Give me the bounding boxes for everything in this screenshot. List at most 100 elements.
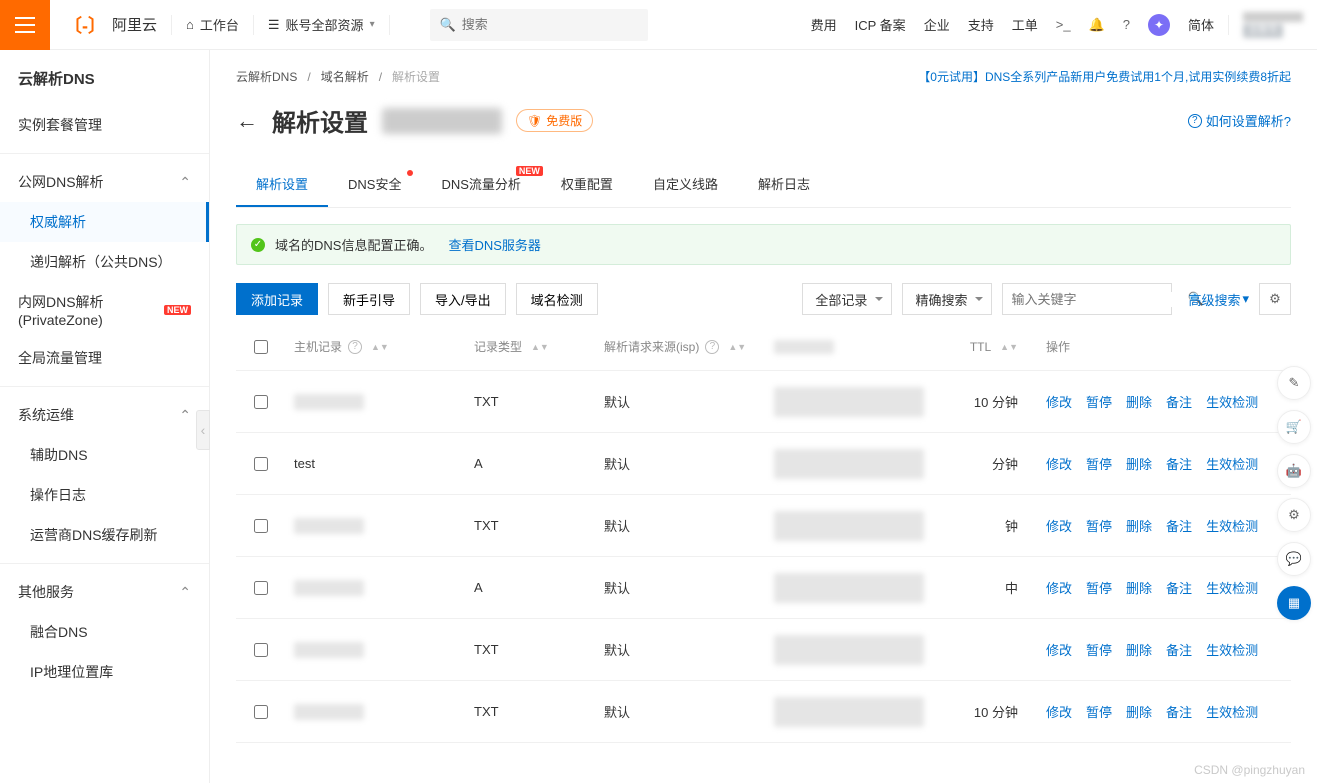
nav-support[interactable]: 支持 <box>968 15 994 34</box>
sidebar-item-instances[interactable]: 实例套餐管理 <box>0 105 209 145</box>
sort-icon[interactable]: ▲▼ <box>1000 344 1018 350</box>
import-export-button[interactable]: 导入/导出 <box>420 283 506 315</box>
tab-traffic[interactable]: DNS流量分析NEW <box>421 162 540 207</box>
app-launcher-icon[interactable]: ✦ <box>1148 14 1170 36</box>
tab-records[interactable]: 解析设置 <box>236 162 328 207</box>
bc-1[interactable]: 云解析DNS <box>236 68 297 85</box>
sidebar-item-secondary[interactable]: 辅助DNS <box>0 435 209 475</box>
nav-enterprise[interactable]: 企业 <box>924 15 950 34</box>
op-del[interactable]: 删除 <box>1126 516 1152 535</box>
op-edit[interactable]: 修改 <box>1046 640 1072 659</box>
sidebar-item-auth[interactable]: 权威解析 <box>0 202 209 242</box>
sidebar-item-private[interactable]: 内网DNS解析 (PrivateZone)NEW <box>0 282 209 338</box>
resource-scope[interactable]: ☰ 账号全部资源 ▾ <box>254 15 389 34</box>
apps-button[interactable]: ▦ <box>1277 586 1311 620</box>
banner-link[interactable]: 查看DNS服务器 <box>448 235 540 254</box>
tab-weight[interactable]: 权重配置 <box>541 162 633 207</box>
tab-lines[interactable]: 自定义线路 <box>633 162 738 207</box>
op-del[interactable]: 删除 <box>1126 454 1152 473</box>
add-record-button[interactable]: 添加记录 <box>236 283 318 315</box>
search-input[interactable] <box>462 17 638 32</box>
sidebar-item-recursive[interactable]: 递归解析（公共DNS） <box>0 242 209 282</box>
lang-switch[interactable]: 简体 <box>1188 15 1214 34</box>
robot-button[interactable]: 🤖 <box>1277 454 1311 488</box>
op-note[interactable]: 备注 <box>1166 702 1192 721</box>
row-checkbox[interactable] <box>254 705 268 719</box>
account-menu[interactable]: 主账号 <box>1229 12 1317 38</box>
tab-security[interactable]: DNS安全 <box>328 162 421 207</box>
op-note[interactable]: 备注 <box>1166 454 1192 473</box>
nav-fee[interactable]: 费用 <box>811 15 837 34</box>
sidebar-item-geoip[interactable]: IP地理位置库 <box>0 652 209 692</box>
op-check[interactable]: 生效检测 <box>1206 454 1258 473</box>
settings-button[interactable]: ⚙ <box>1259 283 1291 315</box>
cart-button[interactable]: 🛒 <box>1277 410 1311 444</box>
row-checkbox[interactable] <box>254 581 268 595</box>
op-check[interactable]: 生效检测 <box>1206 702 1258 721</box>
op-edit[interactable]: 修改 <box>1046 392 1072 411</box>
op-check[interactable]: 生效检测 <box>1206 516 1258 535</box>
op-note[interactable]: 备注 <box>1166 578 1192 597</box>
sidebar-item-hybrid[interactable]: 融合DNS <box>0 612 209 652</box>
row-checkbox[interactable] <box>254 643 268 657</box>
back-arrow-icon[interactable]: ← <box>236 108 258 134</box>
search-mode[interactable]: 精确搜索 <box>902 283 992 315</box>
op-pause[interactable]: 暂停 <box>1086 454 1112 473</box>
sidebar-group-other[interactable]: 其他服务⌃ <box>0 572 209 612</box>
keyword-search[interactable]: 🔍 <box>1002 283 1172 315</box>
op-del[interactable]: 删除 <box>1126 702 1152 721</box>
select-all-checkbox[interactable] <box>254 340 268 354</box>
nav-ticket[interactable]: 工单 <box>1012 15 1038 34</box>
op-pause[interactable]: 暂停 <box>1086 640 1112 659</box>
global-search[interactable]: 🔍 <box>430 9 648 41</box>
help-link[interactable]: ?如何设置解析? <box>1188 111 1291 130</box>
sort-icon[interactable]: ▲▼ <box>728 344 746 350</box>
row-checkbox[interactable] <box>254 395 268 409</box>
settings-rail-button[interactable]: ⚙ <box>1277 498 1311 532</box>
promo-link[interactable]: 【0元试用】DNS全系列产品新用户免费试用1个月,试用实例续费8折起 <box>918 68 1291 85</box>
sidebar-group-public[interactable]: 公网DNS解析⌃ <box>0 162 209 202</box>
menu-toggle[interactable] <box>0 0 50 50</box>
op-del[interactable]: 删除 <box>1126 640 1152 659</box>
tab-log[interactable]: 解析日志 <box>738 162 830 207</box>
op-pause[interactable]: 暂停 <box>1086 702 1112 721</box>
sidebar-item-logs[interactable]: 操作日志 <box>0 475 209 515</box>
op-edit[interactable]: 修改 <box>1046 454 1072 473</box>
domain-check-button[interactable]: 域名检测 <box>516 283 598 315</box>
sidebar-item-cache[interactable]: 运营商DNS缓存刷新 <box>0 515 209 555</box>
op-edit[interactable]: 修改 <box>1046 516 1072 535</box>
feedback-button[interactable]: 💬 <box>1277 542 1311 576</box>
help-icon[interactable]: ? <box>705 340 719 354</box>
row-checkbox[interactable] <box>254 519 268 533</box>
op-pause[interactable]: 暂停 <box>1086 392 1112 411</box>
workbench-link[interactable]: ⌂ 工作台 <box>172 15 253 34</box>
op-check[interactable]: 生效检测 <box>1206 392 1258 411</box>
brand[interactable]: 〔-〕 阿里云 <box>50 12 171 38</box>
help-icon[interactable]: ? <box>1123 17 1130 32</box>
shell-icon[interactable]: >_ <box>1056 17 1071 32</box>
op-note[interactable]: 备注 <box>1166 392 1192 411</box>
op-note[interactable]: 备注 <box>1166 516 1192 535</box>
bell-icon[interactable]: 🔔 <box>1089 17 1105 33</box>
sidebar-group-ops[interactable]: 系统运维⌃ <box>0 395 209 435</box>
op-check[interactable]: 生效检测 <box>1206 640 1258 659</box>
keyword-input[interactable] <box>1011 292 1187 307</box>
help-icon[interactable]: ? <box>348 340 362 354</box>
bc-2[interactable]: 域名解析 <box>321 68 369 85</box>
edit-button[interactable]: ✎ <box>1277 366 1311 400</box>
op-del[interactable]: 删除 <box>1126 392 1152 411</box>
row-checkbox[interactable] <box>254 457 268 471</box>
sort-icon[interactable]: ▲▼ <box>531 344 549 350</box>
sort-icon[interactable]: ▲▼ <box>371 344 389 350</box>
op-note[interactable]: 备注 <box>1166 640 1192 659</box>
op-pause[interactable]: 暂停 <box>1086 516 1112 535</box>
nav-icp[interactable]: ICP 备案 <box>855 15 906 34</box>
op-check[interactable]: 生效检测 <box>1206 578 1258 597</box>
sidebar-item-gtm[interactable]: 全局流量管理 <box>0 338 209 378</box>
sidebar-collapse[interactable]: ‹ <box>196 410 210 450</box>
op-edit[interactable]: 修改 <box>1046 578 1072 597</box>
op-pause[interactable]: 暂停 <box>1086 578 1112 597</box>
advanced-search[interactable]: 高级搜索 ▾ <box>1188 290 1249 309</box>
guide-button[interactable]: 新手引导 <box>328 283 410 315</box>
record-filter[interactable]: 全部记录 <box>802 283 892 315</box>
